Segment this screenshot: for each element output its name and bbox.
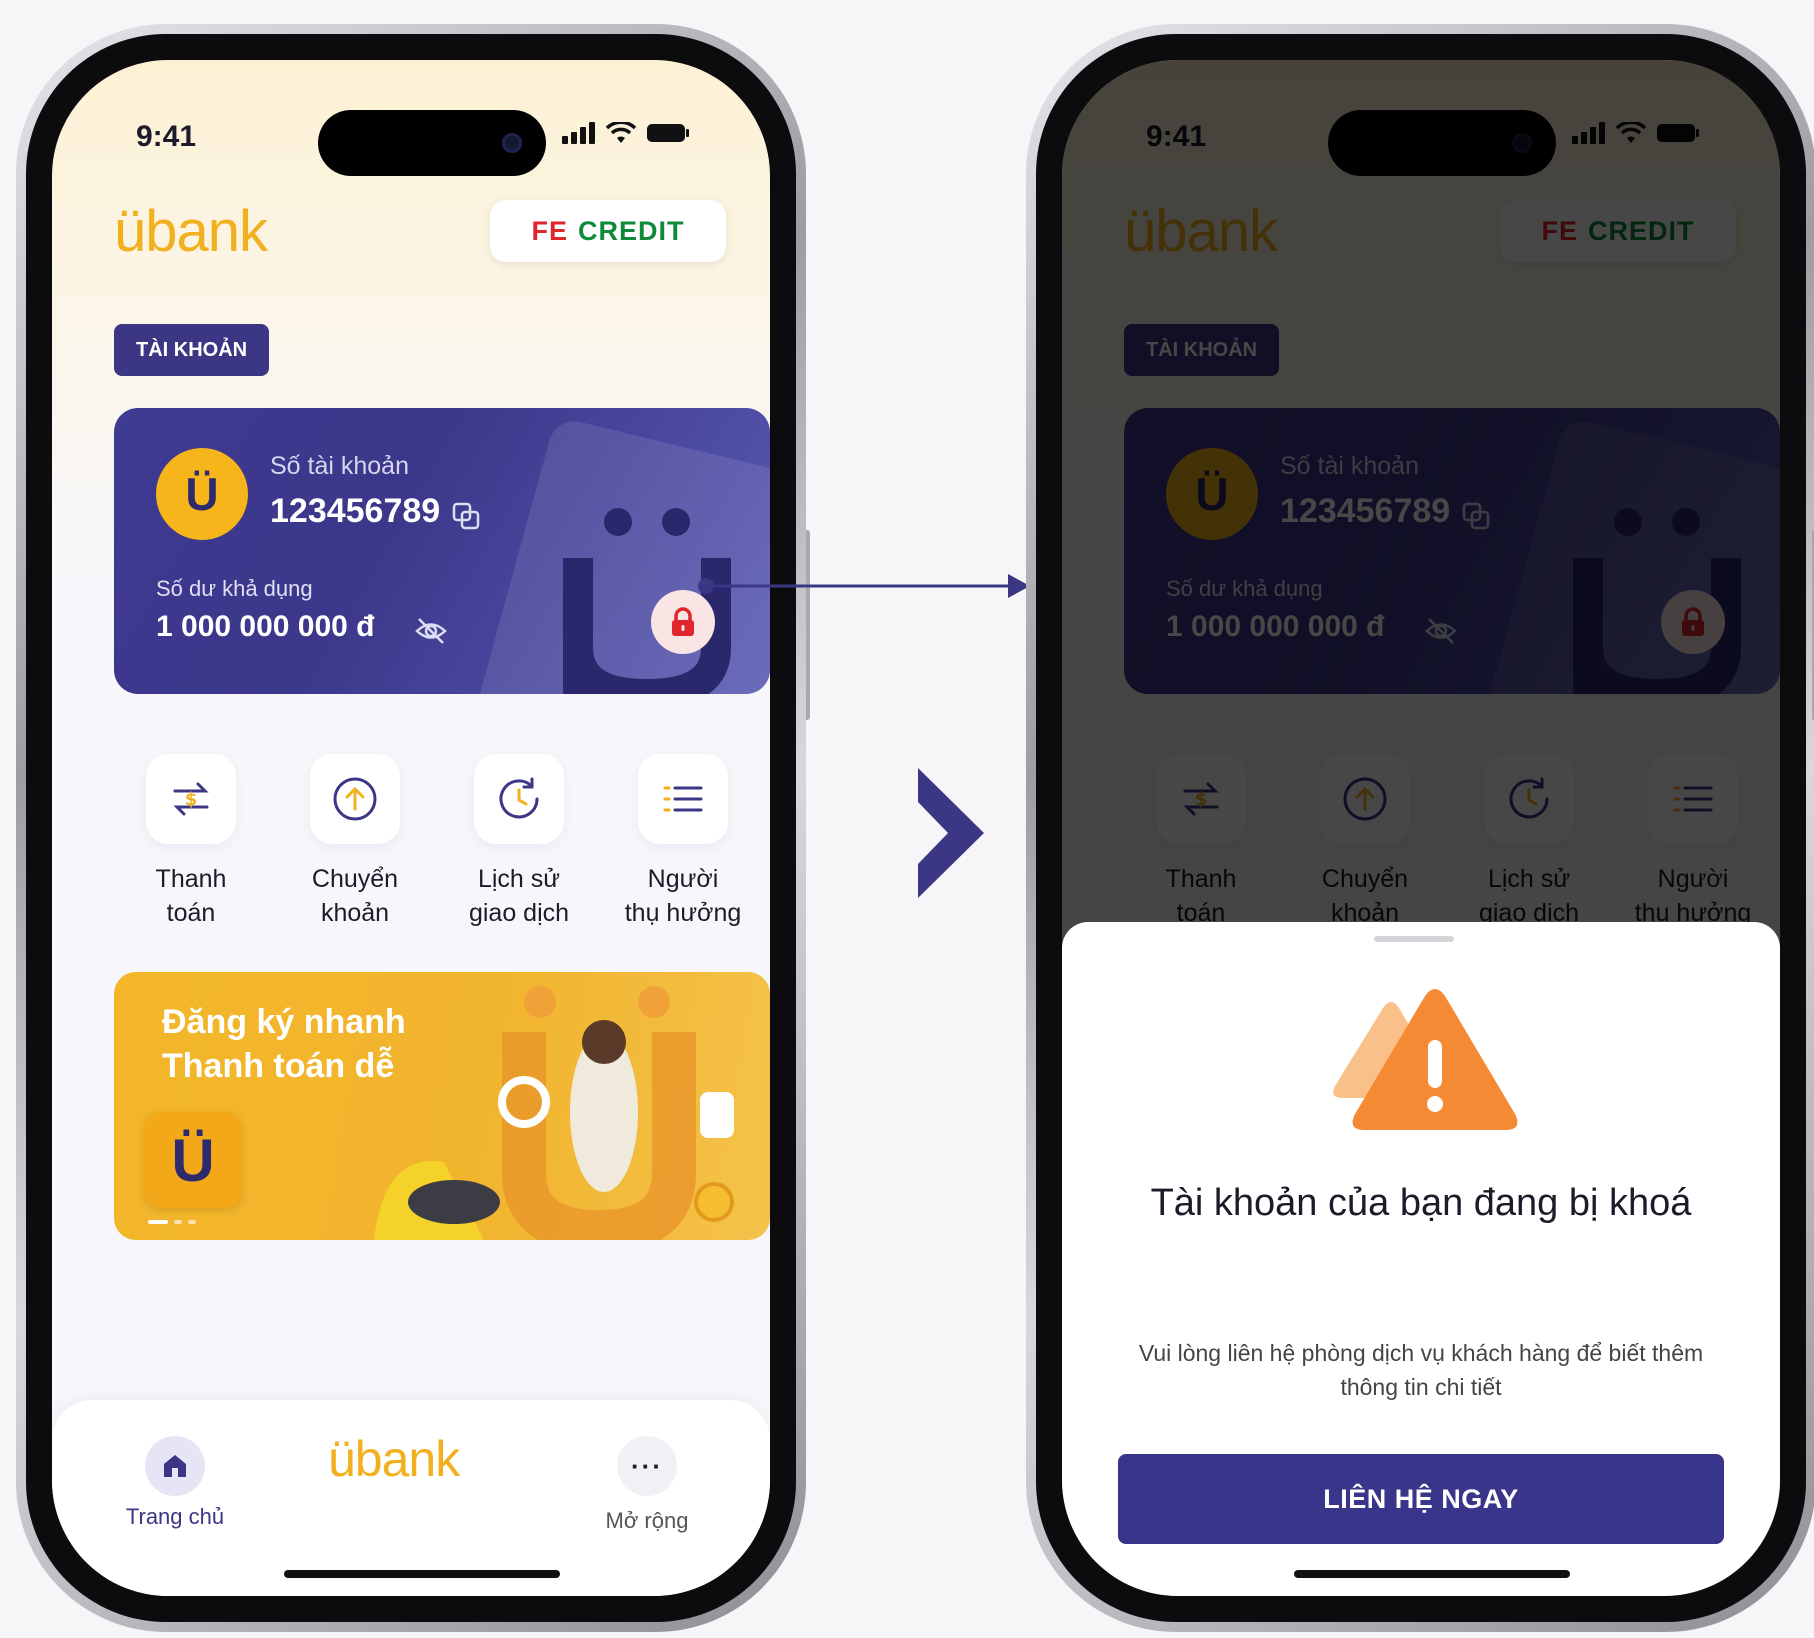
nav-ubank-logo[interactable]: übank [328,1430,460,1488]
flow-arrow-icon [698,574,1030,598]
signal-icon [562,122,595,144]
phone-home-screen: 9:41 übank FE CREDIT TÀI KHOẢN Ü Số tài … [16,24,806,1632]
credit-text: CREDIT [578,215,685,246]
account-number: 123456789 [270,492,441,530]
more-icon: ··· [617,1436,677,1496]
account-section-tag: TÀI KHOẢN [114,324,270,376]
chevron-right-icon [918,768,984,898]
promo-illustration [374,986,734,1240]
dynamic-island [318,110,546,176]
warning-triangle-icon [1333,989,1518,1130]
account-locked-sheet: Tài khoản của bạn đang bị khoá Vui lòng … [1062,922,1780,1596]
locked-screen: 9:41 übank FE CREDIT TÀI KHOẢN [1062,60,1780,1596]
svg-text:$: $ [185,789,198,810]
history-icon [474,754,564,844]
sheet-description: Vui lòng liên hệ phòng dịch vụ khách hàn… [1138,1340,1704,1400]
battery-icon [647,124,689,142]
account-number-label: Số tài khoản [270,452,409,480]
promo-ubank-logo: Ü [144,1112,242,1208]
nav-more-label: Mở rộng [605,1508,689,1533]
card-u-decoration [480,421,770,694]
quick-action-history[interactable]: Lịch sử giao dịch [444,754,594,930]
phone-bezel: 9:41 übank FE CREDIT TÀI KHOẢN [1036,34,1806,1622]
promo-title: Đăng ký nhanh Thanh toán dễ [162,1003,406,1085]
payment-swap-icon: $ [146,754,236,844]
quick-action-label: Lịch sửgiao dịch [468,865,570,927]
wifi-icon [606,122,636,143]
phone-locked-screen: 9:41 übank FE CREDIT TÀI KHOẢN [1026,24,1814,1632]
sheet-grabber[interactable] [1374,936,1454,942]
phone-bezel: 9:41 übank FE CREDIT TÀI KHOẢN [26,34,796,1622]
account-avatar: Ü [156,448,248,540]
quick-action-label: Chuyểnkhoản [311,865,399,927]
promo-pagination [148,1220,196,1224]
home-screen: 9:41 übank FE CREDIT TÀI KHOẢN Ü Số tài … [52,60,770,1596]
quick-action-payment[interactable]: $ Thanh toán [116,754,266,930]
promo-banner[interactable]: Đăng ký nhanh Thanh toán dễ Ü [114,972,770,1240]
balance-label: Số dư khả dụng [156,576,313,601]
nav-more[interactable]: ··· Mở rộng [582,1436,712,1534]
fe-text: FE [531,215,568,246]
quick-action-beneficiary[interactable]: Người thụ hưởng [608,754,758,930]
transfer-up-icon [310,754,400,844]
sheet-title: Tài khoản của bạn đang bị khoá [1150,1182,1692,1224]
ubank-logo: übank [114,199,268,264]
quick-action-transfer[interactable]: Chuyển khoản [280,754,430,930]
status-icons [562,122,690,144]
fe-credit-badge: FE CREDIT [490,200,726,262]
lock-icon [672,607,694,636]
quick-action-label: Ngườithụ hưởng [624,865,742,927]
quick-action-label: Thanhtoán [155,865,227,927]
home-icon [145,1436,205,1496]
home-indicator [1294,1570,1570,1578]
copy-icon[interactable] [450,500,482,532]
nav-home[interactable]: Trang chủ [110,1436,240,1530]
bottom-nav: Trang chủ übank ··· Mở rộng [52,1400,770,1596]
contact-now-button[interactable]: LIÊN HỆ NGAY [1118,1454,1724,1544]
camera-dot [502,133,522,153]
home-indicator [284,1570,560,1578]
account-card[interactable]: Ü Số tài khoản 123456789 Số dư khả dụng … [114,408,770,694]
hide-balance-icon[interactable] [414,616,448,646]
nav-home-label: Trang chủ [125,1504,225,1529]
balance-value: 1 000 000 000 đ [156,610,375,643]
list-icon [638,754,728,844]
status-time: 9:41 [136,120,197,153]
